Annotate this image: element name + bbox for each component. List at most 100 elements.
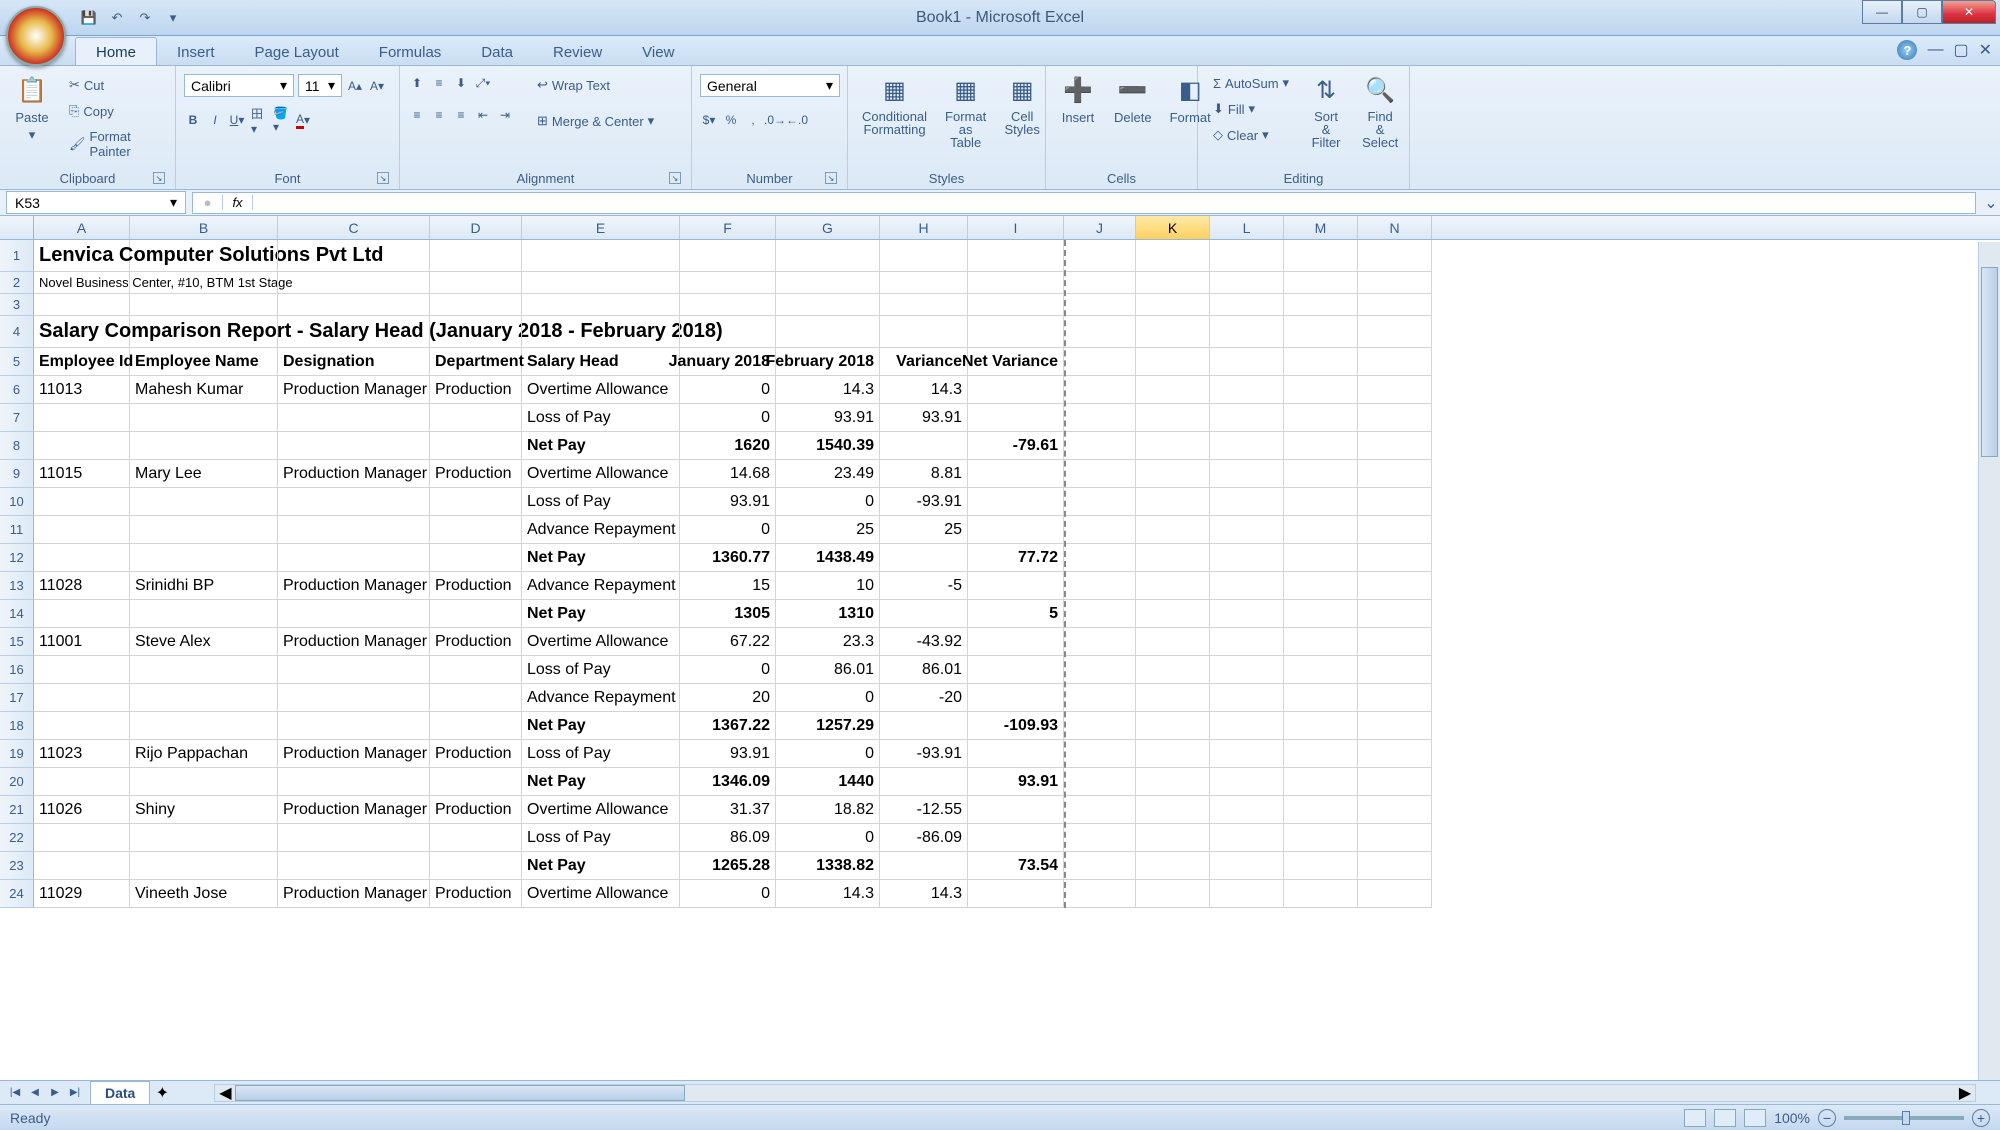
header-cell[interactable] bbox=[1284, 348, 1358, 376]
header-cell[interactable]: February 2018 bbox=[776, 348, 880, 376]
cell[interactable] bbox=[130, 294, 278, 316]
cell[interactable] bbox=[130, 272, 278, 294]
cell[interactable]: 93.91 bbox=[680, 740, 776, 768]
cell[interactable] bbox=[1136, 404, 1210, 432]
column-header-E[interactable]: E bbox=[522, 216, 680, 239]
cell[interactable] bbox=[430, 272, 522, 294]
cell[interactable] bbox=[1358, 240, 1432, 272]
cell[interactable] bbox=[1136, 796, 1210, 824]
cell[interactable] bbox=[34, 544, 130, 572]
cell[interactable]: 11029 bbox=[34, 880, 130, 908]
fx-icon[interactable]: fx bbox=[223, 195, 253, 210]
cell[interactable]: 25 bbox=[776, 516, 880, 544]
cell[interactable] bbox=[430, 852, 522, 880]
header-cell[interactable] bbox=[1064, 348, 1136, 376]
cut-button[interactable]: ✂Cut bbox=[62, 74, 167, 96]
cell[interactable] bbox=[968, 824, 1064, 852]
cell[interactable]: Loss of Pay bbox=[522, 656, 680, 684]
clear-button[interactable]: ◇Clear▾ bbox=[1206, 124, 1296, 146]
tab-home[interactable]: Home bbox=[75, 37, 157, 65]
cell[interactable]: Srinidhi BP bbox=[130, 572, 278, 600]
cell[interactable] bbox=[1064, 852, 1136, 880]
cell[interactable] bbox=[1064, 404, 1136, 432]
cell[interactable] bbox=[1210, 272, 1284, 294]
cell[interactable]: 0 bbox=[680, 376, 776, 404]
worksheet-grid[interactable]: ABCDEFGHIJKLMN 1234567891011121314151617… bbox=[0, 216, 2000, 908]
cell[interactable] bbox=[1064, 796, 1136, 824]
cell[interactable] bbox=[1136, 294, 1210, 316]
cell[interactable] bbox=[1358, 294, 1432, 316]
column-header-N[interactable]: N bbox=[1358, 216, 1432, 239]
cell[interactable] bbox=[1358, 572, 1432, 600]
cell[interactable] bbox=[1358, 404, 1432, 432]
name-box[interactable]: K53▾ bbox=[6, 191, 186, 214]
dialog-launcher-icon[interactable]: ↘ bbox=[669, 172, 681, 184]
save-icon[interactable]: 💾 bbox=[80, 9, 98, 27]
cell[interactable] bbox=[1210, 768, 1284, 796]
cell[interactable] bbox=[680, 294, 776, 316]
cell[interactable] bbox=[968, 316, 1064, 348]
cell[interactable] bbox=[880, 768, 968, 796]
cell[interactable]: Advance Repayment bbox=[522, 684, 680, 712]
cell[interactable] bbox=[1064, 768, 1136, 796]
zoom-in-icon[interactable]: + bbox=[1972, 1109, 1990, 1127]
cell[interactable]: 93.91 bbox=[968, 768, 1064, 796]
cell[interactable]: 1257.29 bbox=[776, 712, 880, 740]
cell[interactable]: 1438.49 bbox=[776, 544, 880, 572]
header-cell[interactable]: Employee Name bbox=[130, 348, 278, 376]
cell[interactable]: 14.68 bbox=[680, 460, 776, 488]
cell[interactable]: 93.91 bbox=[880, 404, 968, 432]
grow-font-icon[interactable]: A▴ bbox=[346, 77, 364, 95]
cell[interactable] bbox=[1136, 544, 1210, 572]
cell[interactable]: Production Manager bbox=[278, 628, 430, 656]
cell[interactable] bbox=[130, 852, 278, 880]
cell[interactable]: 0 bbox=[680, 516, 776, 544]
cell[interactable] bbox=[430, 684, 522, 712]
cell[interactable] bbox=[1136, 240, 1210, 272]
cell[interactable]: 0 bbox=[776, 488, 880, 516]
row-header[interactable]: 5 bbox=[0, 348, 34, 376]
cell[interactable] bbox=[1064, 880, 1136, 908]
column-header-K[interactable]: K bbox=[1136, 216, 1210, 239]
cell[interactable] bbox=[968, 376, 1064, 404]
cell[interactable] bbox=[34, 404, 130, 432]
cell[interactable] bbox=[430, 294, 522, 316]
cell[interactable]: 0 bbox=[680, 656, 776, 684]
row-header[interactable]: 17 bbox=[0, 684, 34, 712]
cell[interactable] bbox=[1284, 240, 1358, 272]
cell[interactable] bbox=[278, 240, 430, 272]
next-sheet-icon[interactable]: ▶ bbox=[46, 1084, 64, 1102]
cell[interactable] bbox=[1136, 656, 1210, 684]
row-header[interactable]: 15 bbox=[0, 628, 34, 656]
new-sheet-icon[interactable]: ✦ bbox=[150, 1083, 174, 1103]
cell[interactable]: Overtime Allowance bbox=[522, 880, 680, 908]
border-icon[interactable]: 田▾ bbox=[250, 111, 268, 129]
cell[interactable] bbox=[1358, 824, 1432, 852]
column-header-F[interactable]: F bbox=[680, 216, 776, 239]
cell[interactable] bbox=[1064, 656, 1136, 684]
cell[interactable]: Advance Repayment bbox=[522, 572, 680, 600]
row-header[interactable]: 7 bbox=[0, 404, 34, 432]
cell[interactable] bbox=[430, 600, 522, 628]
cell[interactable] bbox=[1210, 460, 1284, 488]
row-header[interactable]: 8 bbox=[0, 432, 34, 460]
header-cell[interactable] bbox=[1136, 348, 1210, 376]
minimize-button[interactable]: — bbox=[1862, 0, 1902, 24]
cell[interactable]: Novel Business Center, #10, BTM 1st Stag… bbox=[34, 272, 130, 294]
cell[interactable] bbox=[1064, 294, 1136, 316]
cell[interactable] bbox=[1136, 684, 1210, 712]
cell[interactable]: Net Pay bbox=[522, 432, 680, 460]
restore-workbook-icon[interactable]: ▢ bbox=[1953, 40, 1968, 60]
cell[interactable]: 0 bbox=[776, 684, 880, 712]
cell[interactable] bbox=[1210, 600, 1284, 628]
cell[interactable] bbox=[880, 852, 968, 880]
cell[interactable] bbox=[968, 516, 1064, 544]
cell[interactable] bbox=[968, 572, 1064, 600]
cell[interactable] bbox=[1358, 740, 1432, 768]
cell[interactable] bbox=[1210, 572, 1284, 600]
cell[interactable] bbox=[430, 544, 522, 572]
cell[interactable]: 11001 bbox=[34, 628, 130, 656]
cell[interactable] bbox=[1064, 272, 1136, 294]
cell[interactable] bbox=[1136, 272, 1210, 294]
cell[interactable] bbox=[1284, 572, 1358, 600]
